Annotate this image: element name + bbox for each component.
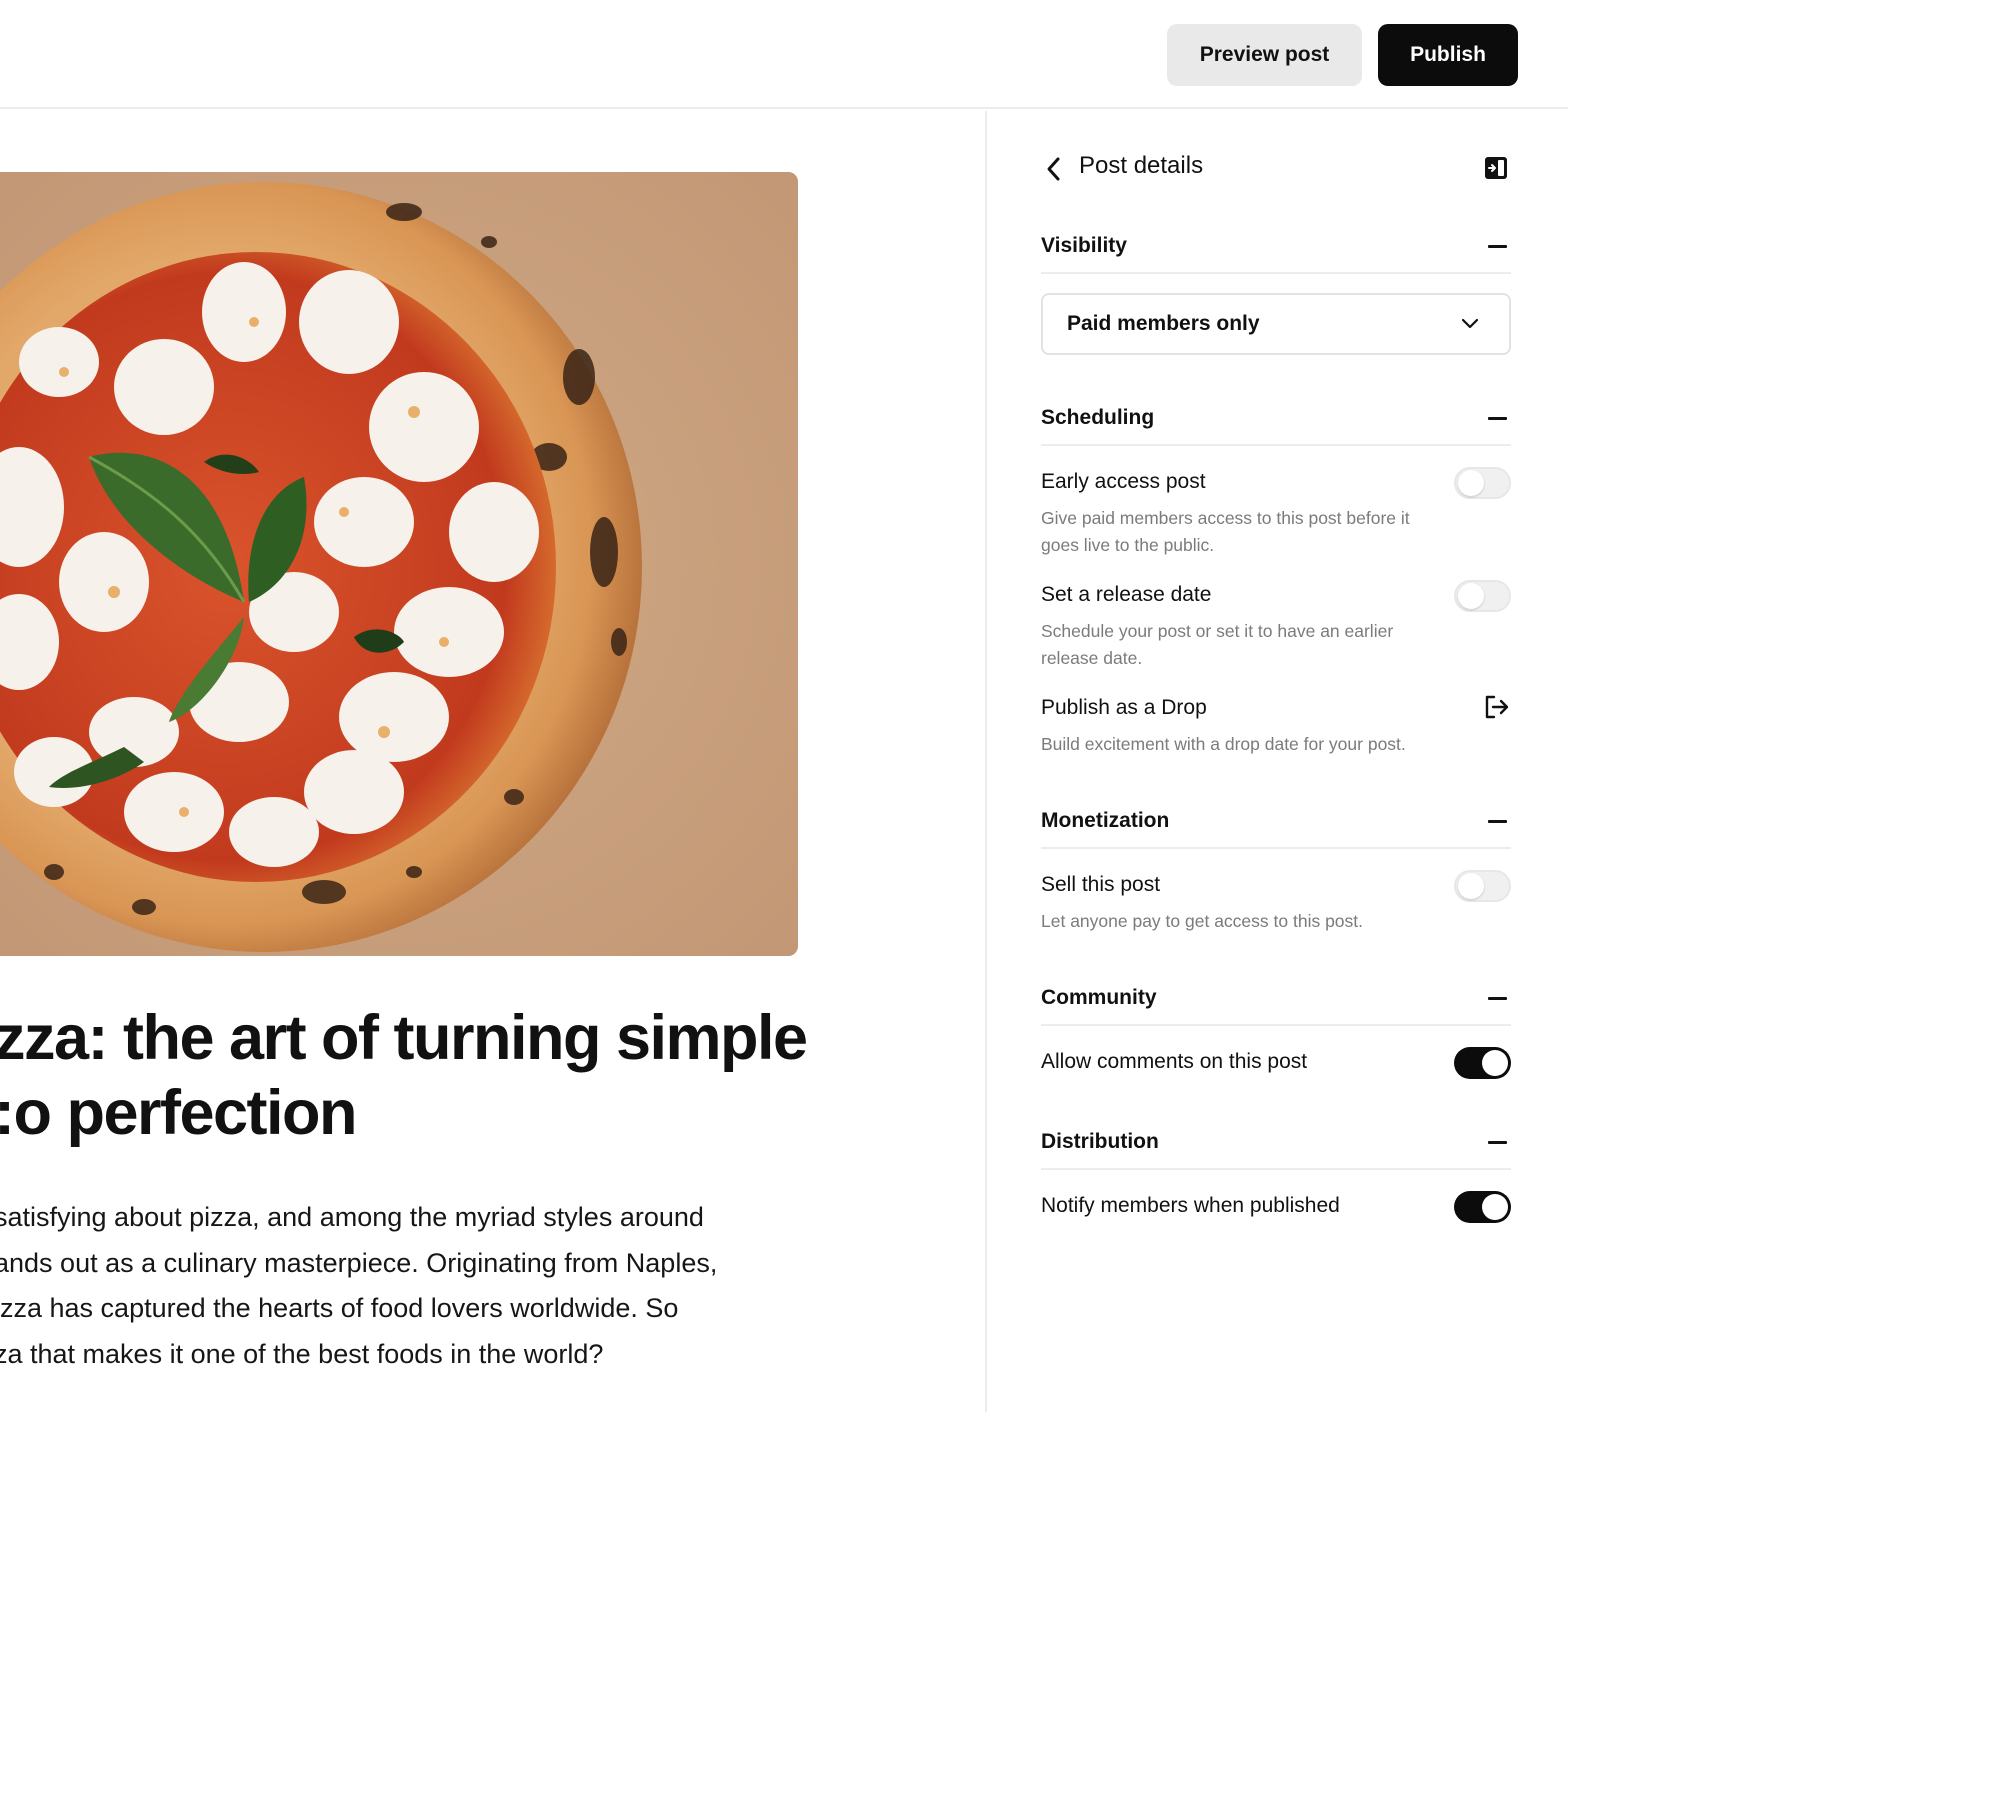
post-title[interactable]: zza: the art of turning simple :o perfec… [0,1001,894,1151]
chevron-left-icon[interactable] [1043,155,1065,183]
distribution-section-header[interactable]: Distribution [1041,1118,1511,1170]
toggle-knob [1458,873,1484,899]
visibility-select[interactable]: Paid members only [1041,293,1511,355]
publish-button[interactable]: Publish [1378,24,1518,86]
release-date-label: Set a release date [1041,583,1212,606]
allow-comments-toggle[interactable] [1454,1047,1511,1079]
release-date-toggle[interactable] [1454,580,1511,612]
toggle-knob [1482,1050,1508,1076]
notify-members-toggle[interactable] [1454,1191,1511,1223]
pizza-image [0,172,798,956]
section-title: Scheduling [1041,406,1155,429]
panel-title: Post details [1079,152,1204,179]
toggle-knob [1458,583,1484,609]
sell-post-toggle[interactable] [1454,870,1511,902]
community-section-header[interactable]: Community [1041,974,1511,1026]
publish-drop-description: Build excitement with a drop date for yo… [1041,734,1406,754]
preview-post-button[interactable]: Preview post [1167,24,1362,86]
post-body-line: ands out as a culinary masterpiece. Orig… [0,1247,718,1278]
section-title: Distribution [1041,1130,1159,1153]
toggle-knob [1482,1194,1508,1220]
post-details-panel: Post details Visibility Paid members onl… [987,111,1568,1412]
notify-members-label: Notify members when published [1041,1194,1340,1217]
sell-post-label: Sell this post [1041,873,1161,896]
post-cover-image[interactable] [0,172,798,956]
minus-icon[interactable] [1488,997,1507,1000]
post-editor: zza: the art of turning simple :o perfec… [0,111,985,1412]
arrow-right-from-bracket-icon[interactable] [1483,694,1511,720]
visibility-section-header[interactable]: Visibility [1041,222,1511,274]
allow-comments-label: Allow comments on this post [1041,1050,1308,1073]
minus-icon[interactable] [1488,417,1507,420]
section-title: Visibility [1041,234,1127,257]
early-access-toggle[interactable] [1454,467,1511,499]
early-access-label: Early access post [1041,470,1206,493]
minus-icon[interactable] [1488,1141,1507,1144]
top-bar: Preview post Publish [0,0,1568,109]
section-title: Monetization [1041,809,1170,832]
post-body-line: za that makes it one of the best foods i… [0,1338,604,1369]
monetization-section-header[interactable]: Monetization [1041,797,1511,849]
release-date-description: Schedule your post or set it to have an … [1041,621,1394,668]
panel-header: Post details [1043,149,1513,189]
section-title: Community [1041,986,1157,1009]
sell-post-description: Let anyone pay to get access to this pos… [1041,911,1364,931]
minus-icon[interactable] [1488,245,1507,248]
scheduling-section-header[interactable]: Scheduling [1041,394,1511,446]
visibility-select-value: Paid members only [1067,312,1260,335]
post-body-line: satisfying about pizza, and among the my… [0,1202,704,1232]
post-body[interactable]: satisfying about pizza, and among the my… [0,1195,894,1377]
chevron-down-icon [1461,318,1479,329]
publish-drop-label: Publish as a Drop [1041,696,1207,719]
post-body-line: izza has captured the hearts of food lov… [0,1293,679,1323]
panel-collapse-icon[interactable] [1483,155,1509,181]
minus-icon[interactable] [1488,820,1507,823]
toggle-knob [1458,470,1484,496]
early-access-description: Give paid members access to this post be… [1041,508,1410,555]
